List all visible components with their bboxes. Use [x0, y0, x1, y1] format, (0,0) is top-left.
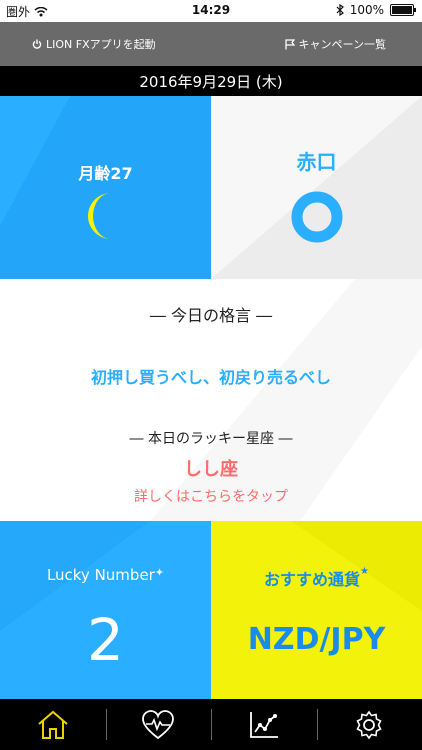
bluetooth-icon	[336, 4, 344, 16]
zodiac-details-link[interactable]: 詳しくはこちらをタップ	[0, 486, 422, 506]
star-icon: ★	[360, 566, 369, 577]
home-icon	[38, 710, 68, 739]
status-right: 100%	[336, 3, 416, 17]
tab-settings[interactable]	[316, 699, 422, 750]
line-chart-icon	[249, 711, 278, 738]
kakugen-title: ― 今日の格言 ―	[149, 306, 273, 325]
ring-icon	[291, 191, 343, 243]
recommended-currency-value: NZD/JPY	[247, 622, 386, 657]
tab-chart[interactable]	[211, 699, 317, 750]
recommended-currency-label: おすすめ通貨	[264, 570, 361, 589]
campaign-list-button[interactable]: キャンペーン一覧	[284, 36, 386, 52]
tab-health[interactable]	[105, 699, 212, 750]
crescent-moon-icon	[88, 193, 111, 239]
power-icon	[32, 39, 42, 49]
lucky-number-value: 2	[87, 606, 124, 674]
kakugen-text: 初押し買うべし、初戻り売るべし	[90, 368, 331, 387]
recommended-currency-label-row: おすすめ通貨★	[211, 566, 422, 590]
launch-lion-fx-label: LION FXアプリを起動	[46, 38, 156, 51]
lucky-zodiac-sign[interactable]: しし座	[0, 455, 422, 481]
rokuyo-label: 赤口	[296, 150, 337, 174]
rokuyo-panel[interactable]	[211, 96, 422, 279]
battery-icon	[390, 4, 416, 16]
moon-panel[interactable]	[0, 96, 211, 279]
launch-lion-fx-button[interactable]: LION FXアプリを起動	[32, 36, 156, 52]
lucky-zodiac-title: ― 本日のラッキー星座 ―	[129, 431, 293, 447]
flag-icon	[284, 38, 295, 49]
date-label: 2016年9月29日 (木)	[139, 72, 283, 91]
heart-pulse-icon	[142, 709, 175, 739]
lucky-number-label-row: Lucky Number✦	[0, 566, 211, 584]
recommended-currency-panel[interactable]	[211, 521, 422, 699]
gear-icon	[356, 710, 382, 739]
battery-percent: 100%	[349, 3, 384, 17]
tab-home[interactable]	[0, 699, 106, 750]
sparkle-icon: ✦	[154, 566, 165, 579]
date-bar: 2016年9月29日 (木)	[0, 66, 422, 96]
moon-age-label: 月齢27	[78, 164, 133, 183]
status-bar: 圏外 14:29 100%	[0, 0, 422, 22]
tab-bar	[0, 699, 422, 750]
campaign-list-label: キャンペーン一覧	[298, 38, 386, 51]
lucky-number-label: Lucky Number	[46, 566, 155, 584]
currency-panel-bg	[291, 521, 422, 611]
top-bar: LION FXアプリを起動 キャンペーン一覧	[0, 22, 422, 66]
